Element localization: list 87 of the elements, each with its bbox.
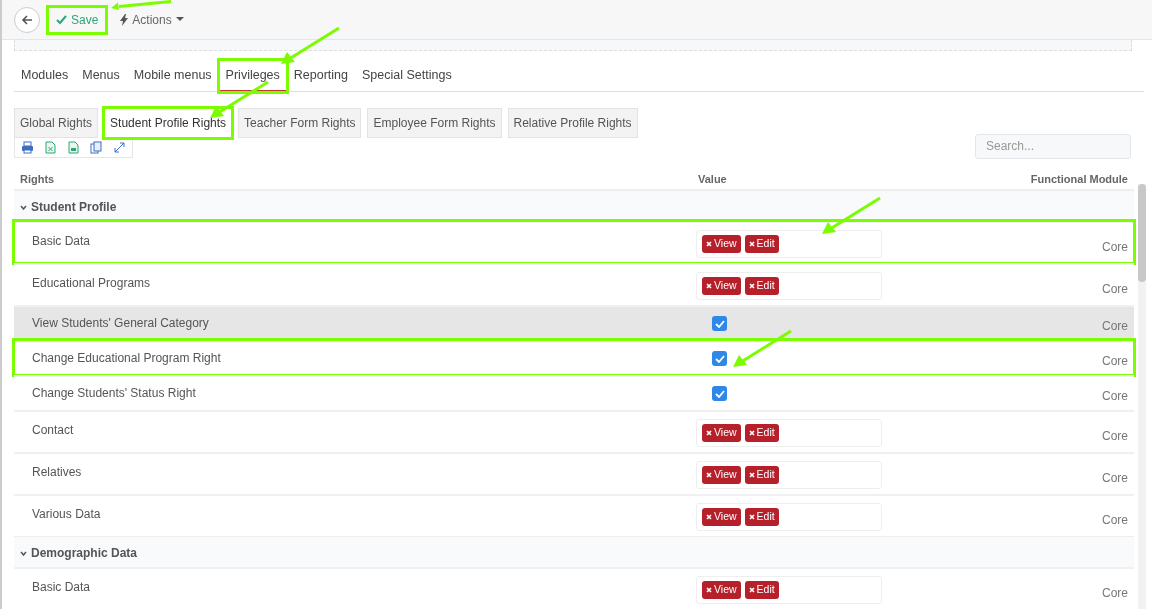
table-row[interactable]: Change Educational Program Right Core — [14, 340, 1134, 376]
right-label: Basic Data — [32, 234, 91, 249]
right-label: Change Educational Program Right — [32, 351, 221, 366]
checkbox[interactable] — [712, 316, 727, 332]
annotation-arrow — [110, 0, 172, 10]
remove-icon — [706, 241, 712, 248]
tag[interactable]: View — [702, 466, 741, 485]
tag[interactable]: Edit — [744, 235, 779, 254]
expand-icon[interactable] — [113, 140, 126, 154]
module-label: Core — [1102, 389, 1128, 404]
sub-tab[interactable]: Relative Profile Rights — [507, 107, 638, 138]
annotation-arrow — [278, 26, 341, 66]
tag[interactable]: View — [702, 235, 741, 254]
right-label: Relatives — [32, 465, 82, 480]
module-label: Core — [1102, 471, 1128, 486]
value-field[interactable]: View Edit — [696, 461, 882, 490]
tag[interactable]: Edit — [744, 466, 779, 485]
module-label: Core — [1102, 586, 1128, 601]
tag[interactable]: Edit — [744, 277, 779, 296]
remove-icon — [706, 472, 712, 479]
sub-tab[interactable]: Teacher Form Rights — [238, 107, 362, 138]
remove-icon — [748, 514, 755, 521]
back-arrow-icon — [21, 13, 33, 26]
remove-icon — [706, 587, 712, 594]
tag[interactable]: View — [702, 424, 741, 443]
value-field[interactable]: View Edit — [696, 272, 882, 301]
right-label: Contact — [32, 423, 74, 438]
group-header[interactable]: Demographic Data — [14, 536, 1134, 568]
right-label: Various Data — [32, 507, 101, 522]
right-label: Educational Programs — [32, 276, 151, 291]
check-icon — [56, 14, 67, 25]
module-label: Core — [1102, 319, 1128, 334]
module-label: Core — [1102, 513, 1128, 528]
remove-icon — [706, 283, 712, 290]
annotation-arrow — [820, 196, 882, 237]
right-label: View Students' General Category — [32, 316, 209, 331]
tab[interactable]: Special Settings — [355, 60, 459, 92]
column-header: Functional Module — [1029, 171, 1128, 187]
sub-tab[interactable]: Global Rights — [14, 107, 99, 138]
tag[interactable]: View — [702, 508, 741, 527]
tag[interactable]: Edit — [744, 424, 779, 443]
annotation-arrow — [731, 329, 793, 370]
value-field[interactable]: View Edit — [696, 576, 882, 605]
file-icon[interactable] — [67, 140, 80, 154]
tag[interactable]: View — [702, 277, 741, 296]
value-field[interactable]: View Edit — [696, 503, 882, 532]
tag[interactable]: Edit — [744, 581, 779, 600]
tab[interactable]: Mobile menus — [126, 60, 219, 92]
module-label: Core — [1102, 354, 1128, 369]
checkbox[interactable] — [712, 386, 727, 402]
tab[interactable]: Privileges — [218, 60, 287, 92]
value-field[interactable]: View Edit — [696, 419, 882, 448]
module-label: Core — [1102, 282, 1128, 297]
print-icon[interactable] — [21, 140, 34, 154]
checkbox[interactable] — [712, 351, 727, 367]
value-field[interactable]: View Edit — [696, 230, 882, 259]
table-row[interactable]: View Students' General Category Core — [14, 305, 1134, 341]
search-field[interactable]: Search... — [975, 133, 1131, 159]
tab[interactable]: Menus — [75, 60, 127, 92]
spreadsheet-file-icon[interactable] — [44, 140, 57, 154]
lightning-icon — [120, 13, 129, 26]
back-button[interactable] — [14, 6, 40, 33]
remove-icon — [748, 587, 755, 594]
column-header: Value — [698, 171, 728, 187]
module-label: Core — [1102, 240, 1128, 255]
scrollbar-thumb[interactable] — [1138, 184, 1146, 282]
tag[interactable]: View — [702, 581, 741, 600]
remove-icon — [748, 430, 755, 437]
sub-tab[interactable]: Employee Form Rights — [367, 107, 502, 138]
tab[interactable]: Modules — [14, 60, 76, 92]
remove-icon — [748, 472, 755, 479]
caret-icon — [175, 17, 184, 22]
right-label: Basic Data — [32, 580, 91, 595]
remove-icon — [706, 430, 712, 437]
remove-icon — [748, 241, 755, 248]
sub-tab[interactable]: Student Profile Rights — [104, 107, 233, 138]
copy-icon[interactable] — [90, 140, 103, 154]
right-label: Change Students' Status Right — [32, 386, 196, 401]
remove-icon — [748, 283, 755, 290]
module-label: Core — [1102, 429, 1128, 444]
column-header: Rights — [20, 171, 56, 187]
actions-button[interactable]: Actions — [114, 11, 190, 28]
tag[interactable]: Edit — [744, 508, 779, 527]
table-row[interactable]: Basic Data View Edit Core — [14, 221, 1134, 264]
tab[interactable]: Reporting — [286, 60, 355, 92]
group-header[interactable]: Student Profile — [14, 190, 1134, 222]
remove-icon — [706, 514, 712, 521]
